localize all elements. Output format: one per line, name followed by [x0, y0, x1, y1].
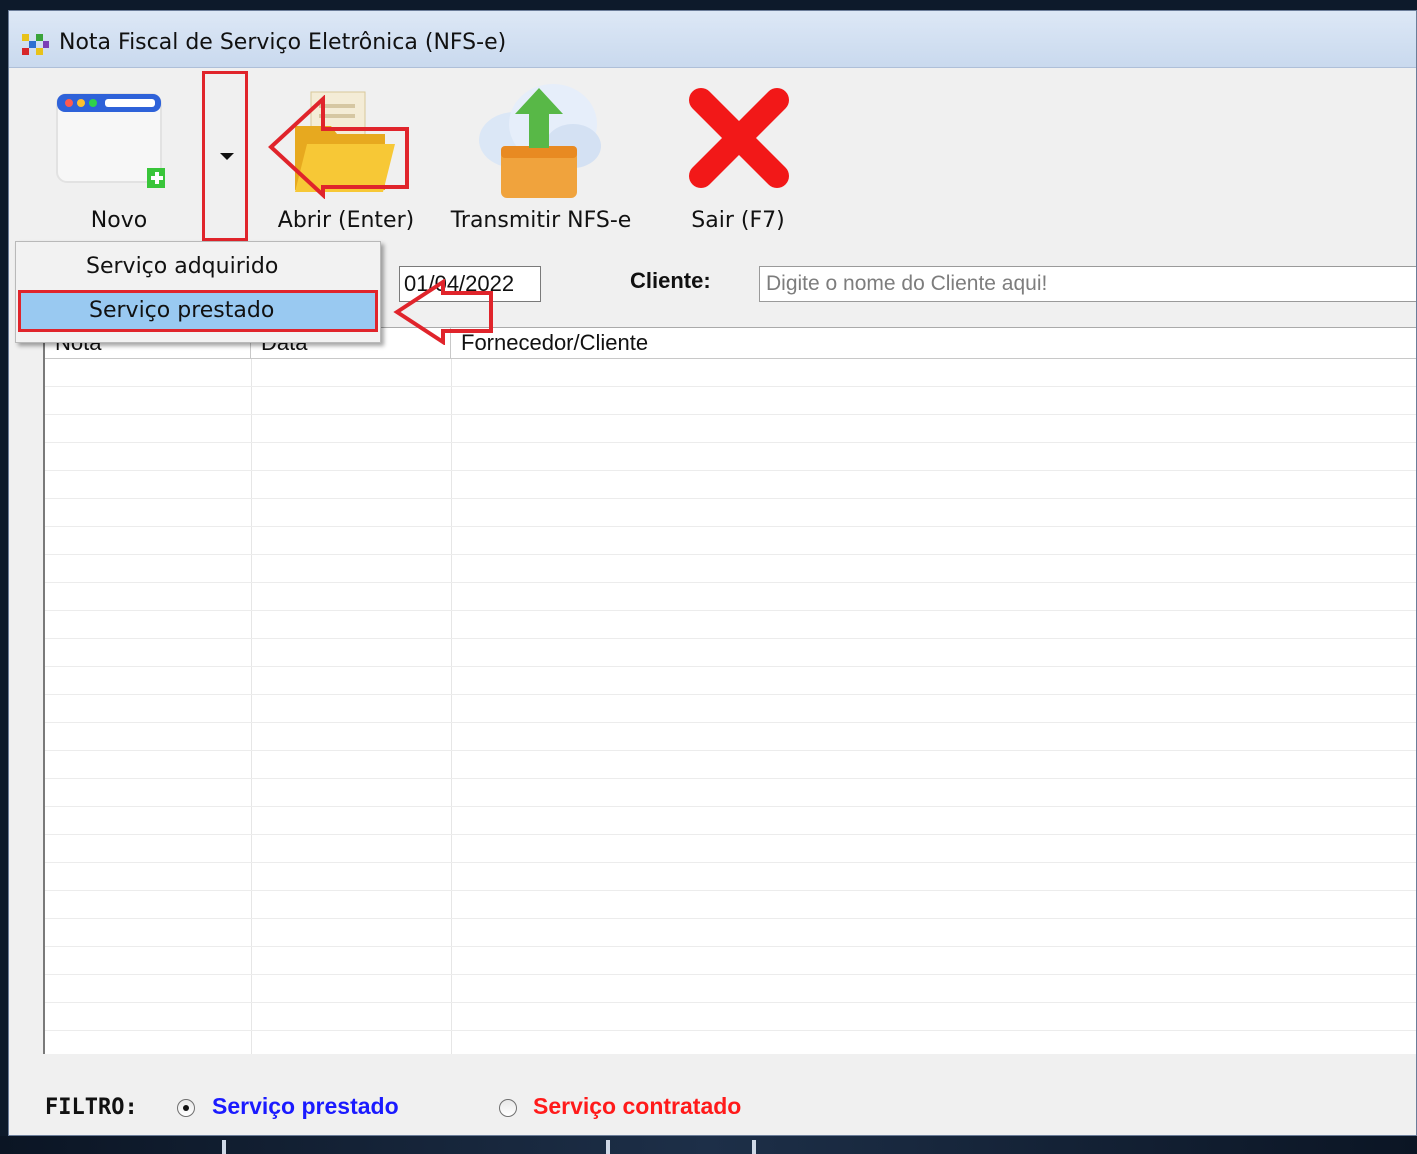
filtro-label: FILTRO:	[45, 1095, 138, 1120]
table-row[interactable]	[45, 975, 1416, 1003]
desktop-background	[0, 1136, 1417, 1154]
table-row[interactable]	[45, 611, 1416, 639]
desktop-decoration	[606, 1140, 610, 1154]
table-row[interactable]	[45, 359, 1416, 387]
radio-label-servico-prestado[interactable]: Serviço prestado	[212, 1093, 399, 1120]
red-x-icon	[689, 88, 789, 188]
toolbar: Novo Abrir (Enter) Transmitir NFS-e Sair…	[9, 68, 1416, 248]
date-field[interactable]	[399, 266, 541, 302]
table-row[interactable]	[45, 947, 1416, 975]
table-row[interactable]	[45, 1031, 1416, 1054]
menu-item-servico-adquirido[interactable]: Serviço adquirido	[18, 246, 378, 288]
table-row[interactable]	[45, 863, 1416, 891]
table-row[interactable]	[45, 583, 1416, 611]
table-row[interactable]	[45, 1003, 1416, 1031]
table-row[interactable]	[45, 499, 1416, 527]
desktop-decoration	[222, 1140, 226, 1154]
novo-button[interactable]: Novo	[39, 68, 199, 248]
window-title: Nota Fiscal de Serviço Eletrônica (NFS-e…	[59, 30, 507, 55]
table-row[interactable]	[45, 723, 1416, 751]
sair-button[interactable]: Sair (F7)	[673, 68, 803, 248]
radio-servico-prestado[interactable]	[177, 1099, 195, 1117]
novo-dropdown-button[interactable]	[202, 71, 248, 241]
table-row[interactable]	[45, 639, 1416, 667]
open-folder-icon	[295, 91, 395, 192]
client-search-input[interactable]	[759, 266, 1416, 302]
title-bar: Nota Fiscal de Serviço Eletrônica (NFS-e…	[9, 11, 1416, 68]
radio-checked-dot	[183, 1105, 189, 1111]
column-header-fornecedor-cliente[interactable]: Fornecedor/Cliente	[451, 328, 1416, 358]
abrir-button[interactable]: Abrir (Enter)	[271, 68, 421, 248]
menu-item-servico-prestado[interactable]: Serviço prestado	[18, 290, 378, 332]
novo-label: Novo	[90, 208, 148, 233]
new-window-icon	[56, 93, 165, 188]
filter-footer: FILTRO: Serviço prestado Serviço contrat…	[9, 1081, 1416, 1131]
table-row[interactable]	[45, 471, 1416, 499]
radio-servico-contratado[interactable]	[499, 1099, 517, 1117]
client-label: Cliente:	[630, 268, 711, 293]
table-row[interactable]	[45, 415, 1416, 443]
app-icon	[22, 34, 49, 55]
table-row[interactable]	[45, 555, 1416, 583]
table-row[interactable]	[45, 779, 1416, 807]
radio-label-servico-contratado[interactable]: Serviço contratado	[533, 1093, 741, 1120]
table-row[interactable]	[45, 919, 1416, 947]
caret-down-icon	[220, 153, 234, 160]
table-row[interactable]	[45, 443, 1416, 471]
notes-table[interactable]: Nota Data Fornecedor/Cliente	[43, 327, 1416, 1054]
abrir-label: Abrir (Enter)	[277, 208, 415, 233]
table-row[interactable]	[45, 387, 1416, 415]
novo-dropdown-menu: Serviço adquirido Serviço prestado	[15, 241, 381, 343]
table-row[interactable]	[45, 527, 1416, 555]
table-row[interactable]	[45, 807, 1416, 835]
table-row[interactable]	[45, 891, 1416, 919]
table-row[interactable]	[45, 667, 1416, 695]
transmitir-button[interactable]: Transmitir NFS-e	[449, 68, 633, 248]
table-body	[45, 359, 1416, 1054]
desktop-decoration	[752, 1140, 756, 1154]
cloud-upload-icon	[479, 84, 601, 198]
table-row[interactable]	[45, 751, 1416, 779]
sair-label: Sair (F7)	[691, 208, 785, 233]
table-row[interactable]	[45, 695, 1416, 723]
table-row[interactable]	[45, 835, 1416, 863]
transmitir-label: Transmitir NFS-e	[450, 208, 632, 233]
nfse-window: Nota Fiscal de Serviço Eletrônica (NFS-e…	[8, 10, 1417, 1136]
